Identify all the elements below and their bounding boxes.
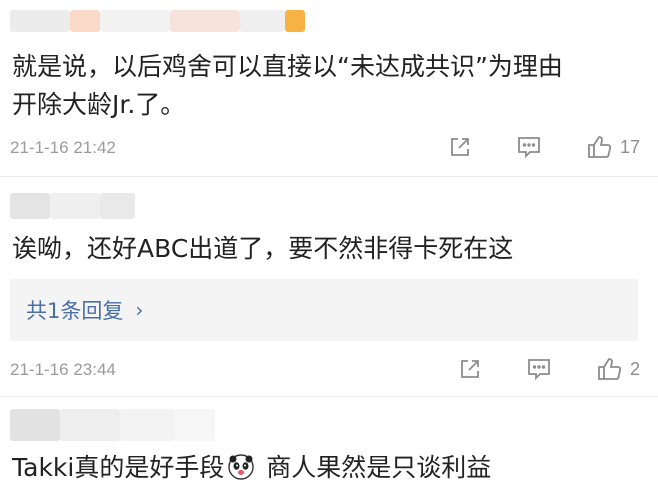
comment-text-line-1: Takki真的是好手段 商人果然是只谈利益 [12, 449, 491, 487]
like-button[interactable]: 17 [586, 134, 640, 160]
comment-text-before-emoji: Takki真的是好手段 [12, 453, 225, 482]
comment-text-line-1: 就是说，以后鸡舍可以直接以“未达成共识”为理由 [12, 52, 563, 81]
blurred-username [10, 409, 225, 441]
share-icon [461, 360, 479, 378]
comment-item-3: Takki真的是好手段 商人果然是只谈利益 [0, 397, 658, 504]
share-button[interactable] [448, 135, 472, 159]
thumbs-up-icon [598, 358, 622, 380]
view-replies-button[interactable]: 共1条回复 › [10, 279, 638, 341]
comment-text-line-2: 开除大龄Jr.了。 [12, 90, 186, 119]
share-icon [451, 138, 469, 156]
comment-actions: 2 [458, 356, 640, 382]
comment-button[interactable] [526, 357, 552, 381]
reply-count-label: 共1条回复 [26, 299, 124, 323]
panda-emoji-icon [228, 454, 255, 480]
like-count: 2 [629, 358, 640, 379]
comment-icon [528, 359, 550, 381]
chevron-right-icon: › [135, 298, 144, 322]
share-button[interactable] [458, 357, 482, 381]
comment-icon [518, 137, 540, 159]
comment-timestamp: 21-1-16 21:42 [10, 138, 116, 157]
comment-timestamp: 21-1-16 23:44 [10, 360, 116, 379]
comment-text-after-emoji: 商人果然是只谈利益 [258, 453, 492, 482]
blurred-username [10, 193, 140, 219]
comment-text-line-1: 诶呦，还好ABC出道了，要不然非得卡死在这 [12, 234, 514, 263]
blurred-username [10, 10, 315, 32]
comment-actions: 17 [448, 134, 640, 160]
comment-item-2: 诶呦，还好ABC出道了，要不然非得卡死在这 共1条回复 › 21-1-16 23… [0, 177, 658, 395]
like-count: 17 [619, 136, 640, 157]
thumbs-up-icon [588, 136, 612, 158]
comment-button[interactable] [516, 135, 542, 159]
like-button[interactable]: 2 [596, 356, 640, 382]
comment-item-1: 就是说，以后鸡舍可以直接以“未达成共识”为理由 开除大龄Jr.了。 21-1-1… [0, 0, 658, 175]
